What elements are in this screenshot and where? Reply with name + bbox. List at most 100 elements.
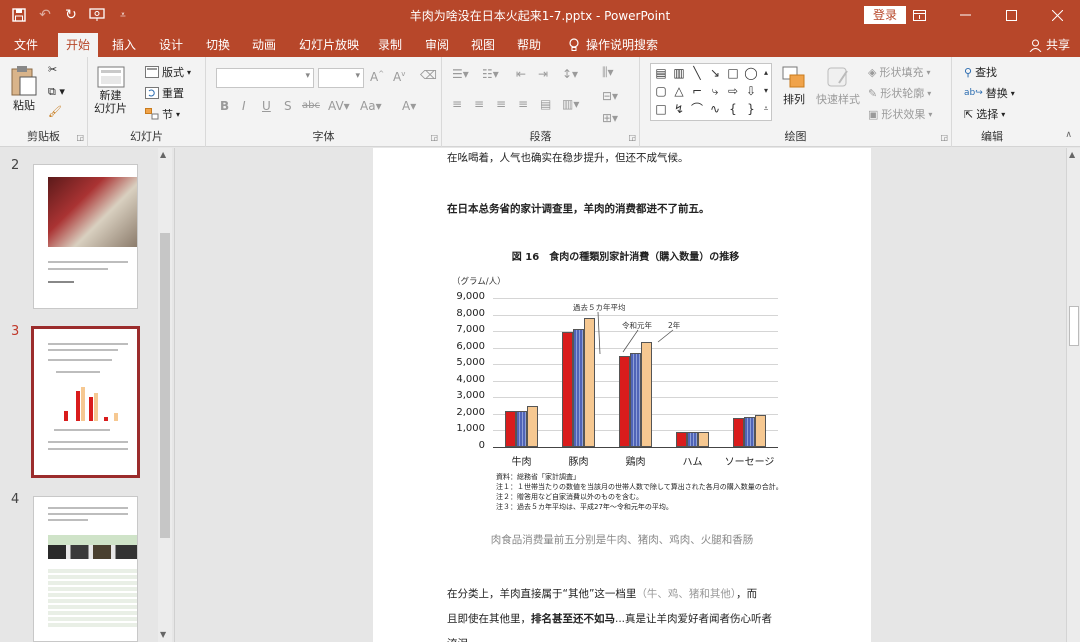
align-right-icon[interactable]: ≡ (496, 97, 506, 111)
numbering-icon[interactable]: ☷▾ (482, 67, 499, 81)
slide-thumbnail-4[interactable] (33, 496, 138, 642)
increase-indent-icon[interactable]: ⇥ (538, 67, 548, 81)
cut-icon[interactable]: ✂ (48, 63, 57, 76)
canvas-scrollbar[interactable]: ▲ (1066, 148, 1080, 642)
collapse-ribbon-icon[interactable]: ∧ (1065, 130, 1072, 140)
font-color-icon[interactable]: A▾ (402, 99, 416, 113)
section-button[interactable]: 节 ▾ (145, 106, 180, 122)
smartart-icon[interactable]: ⊞▾ (602, 111, 618, 125)
thumbnail-scroll-thumb[interactable] (160, 233, 170, 538)
tab-design[interactable]: 设计 (153, 33, 189, 57)
close-icon[interactable] (1034, 0, 1080, 30)
underline-icon[interactable]: U (262, 99, 271, 113)
copy-icon[interactable]: ⧉ ▾ (48, 85, 65, 99)
shape-effects-button[interactable]: ▣ 形状效果 ▾ (868, 106, 932, 122)
arrange-button[interactable]: 排列 (781, 65, 807, 107)
curve-shape-icon[interactable]: ⌒ (690, 102, 704, 116)
vertical-textbox-shape-icon[interactable]: ▥ (672, 66, 686, 80)
select-button[interactable]: ⇱ 选择 ▾ (964, 106, 1005, 122)
right-arrow-shape-icon[interactable]: ⇨ (726, 84, 740, 98)
tab-home[interactable]: 开始 (58, 33, 98, 57)
format-painter-icon[interactable]: 🖌 (48, 105, 62, 118)
chart-note: 注１：１世帯当たりの数値を当該月の世帯人数で除して算出された各月の購入数量の合計… (496, 483, 783, 491)
oval-shape-icon[interactable]: ◯ (744, 66, 758, 80)
tab-view[interactable]: 视图 (465, 33, 501, 57)
strikethrough-icon[interactable]: abc (302, 100, 320, 111)
shapes-gallery[interactable]: ▤ ▥ ╲ ↘ □ ◯ ▢ △ ⌐ ⤷ ⇨ ⇩ □ ↯ ⌒ ∿ { } ▴ ▾ … (650, 63, 772, 121)
down-arrow-shape-icon[interactable]: ⇩ (744, 84, 758, 98)
find-button[interactable]: ⚲ 查找 (964, 64, 997, 80)
paste-button[interactable]: 粘贴 (10, 65, 38, 113)
font-size-combo[interactable] (318, 68, 364, 88)
layout-button[interactable]: 版式 ▾ (145, 64, 191, 80)
minimize-icon[interactable] (942, 0, 988, 30)
gallery-down-icon[interactable]: ▾ (759, 84, 773, 98)
scroll-down-icon[interactable]: ▼ (160, 630, 166, 639)
canvas-scroll-thumb[interactable] (1069, 306, 1079, 346)
scroll-up-icon[interactable]: ▲ (1069, 150, 1075, 159)
justify-icon[interactable]: ≡ (518, 97, 528, 111)
triangle-shape-icon[interactable]: △ (672, 84, 686, 98)
tab-review[interactable]: 审阅 (419, 33, 455, 57)
slide-canvas[interactable]: 在吆喝着，人气也确实在稳步提升，但还不成气候。 在日本总务省的家计调查里，羊肉的… (373, 148, 871, 642)
layout-icon (145, 66, 159, 78)
line-spacing-icon[interactable]: ↕▾ (562, 67, 578, 81)
text-direction-icon[interactable]: ⫼▾ (602, 65, 614, 80)
italic-icon[interactable]: I (242, 99, 246, 113)
align-left-icon[interactable]: ≡ (452, 97, 462, 111)
replace-button[interactable]: ab↪ 替换 ▾ (964, 85, 1015, 101)
rect2-shape-icon[interactable]: □ (654, 102, 668, 116)
tell-me-search[interactable]: 操作说明搜索 (562, 33, 664, 57)
clear-formatting-icon[interactable]: ⌫ (420, 68, 437, 82)
gallery-up-icon[interactable]: ▴ (759, 66, 773, 80)
gallery-more-icon[interactable]: ⩡ (759, 102, 773, 116)
reset-button[interactable]: 重置 (145, 85, 184, 101)
tab-animations[interactable]: 动画 (246, 33, 282, 57)
arrow-shape-icon[interactable]: ↘ (708, 66, 722, 80)
elbow-arrow-shape-icon[interactable]: ⤷ (708, 84, 722, 98)
scroll-up-icon[interactable]: ▲ (160, 150, 166, 159)
tab-record[interactable]: 录制 (372, 33, 408, 57)
grow-font-icon[interactable]: A^ (370, 70, 384, 84)
ribbon-display-icon[interactable] (896, 0, 942, 30)
char-spacing-icon[interactable]: AV▾ (328, 99, 350, 113)
line-shape-icon[interactable]: ╲ (690, 66, 704, 80)
elbow-connector-shape-icon[interactable]: ⌐ (690, 84, 704, 98)
slide-thumbnail-3[interactable] (31, 326, 140, 478)
bold-icon[interactable]: B (220, 99, 229, 113)
rectangle-shape-icon[interactable]: □ (726, 66, 740, 80)
share-button[interactable]: 共享 (1029, 33, 1070, 57)
drawing-launcher-icon[interactable]: ◲ (940, 133, 948, 142)
quick-styles-button[interactable]: 快速样式 (816, 65, 860, 107)
font-family-combo[interactable] (216, 68, 314, 88)
shape-fill-button[interactable]: ◈ 形状填充 ▾ (868, 64, 930, 80)
tab-help[interactable]: 帮助 (511, 33, 547, 57)
align-center-icon[interactable]: ≡ (474, 97, 484, 111)
tab-file[interactable]: 文件 (8, 33, 44, 57)
clipboard-launcher-icon[interactable]: ◲ (76, 133, 84, 142)
rounded-rect-shape-icon[interactable]: ▢ (654, 84, 668, 98)
brace-left-shape-icon[interactable]: { (726, 102, 740, 116)
text-shadow-icon[interactable]: S (284, 99, 292, 113)
brace-right-shape-icon[interactable]: } (744, 102, 758, 116)
tab-slideshow[interactable]: 幻灯片放映 (293, 33, 365, 57)
tab-insert[interactable]: 插入 (106, 33, 142, 57)
slide-thumbnail-2[interactable] (33, 164, 138, 309)
shape-outline-button[interactable]: ✎ 形状轮廓 ▾ (868, 85, 931, 101)
decrease-indent-icon[interactable]: ⇤ (516, 67, 526, 81)
distributed-icon[interactable]: ▤ (540, 97, 551, 111)
shrink-font-icon[interactable]: Av (393, 70, 405, 84)
paragraph-launcher-icon[interactable]: ◲ (628, 133, 636, 142)
tab-transitions[interactable]: 切换 (200, 33, 236, 57)
freeform-shape-icon[interactable]: ↯ (672, 102, 686, 116)
columns-icon[interactable]: ▥▾ (562, 97, 579, 111)
maximize-icon[interactable] (988, 0, 1034, 30)
bullets-icon[interactable]: ☰▾ (452, 67, 469, 81)
font-launcher-icon[interactable]: ◲ (430, 133, 438, 142)
change-case-icon[interactable]: Aa▾ (360, 99, 382, 113)
align-text-icon[interactable]: ⊟▾ (602, 89, 618, 103)
new-slide-button[interactable]: 新建 幻灯片 (94, 65, 127, 115)
thumbnail-scrollbar[interactable]: ▲ ▼ (158, 148, 172, 642)
textbox-shape-icon[interactable]: ▤ (654, 66, 668, 80)
scribble-shape-icon[interactable]: ∿ (708, 102, 722, 116)
